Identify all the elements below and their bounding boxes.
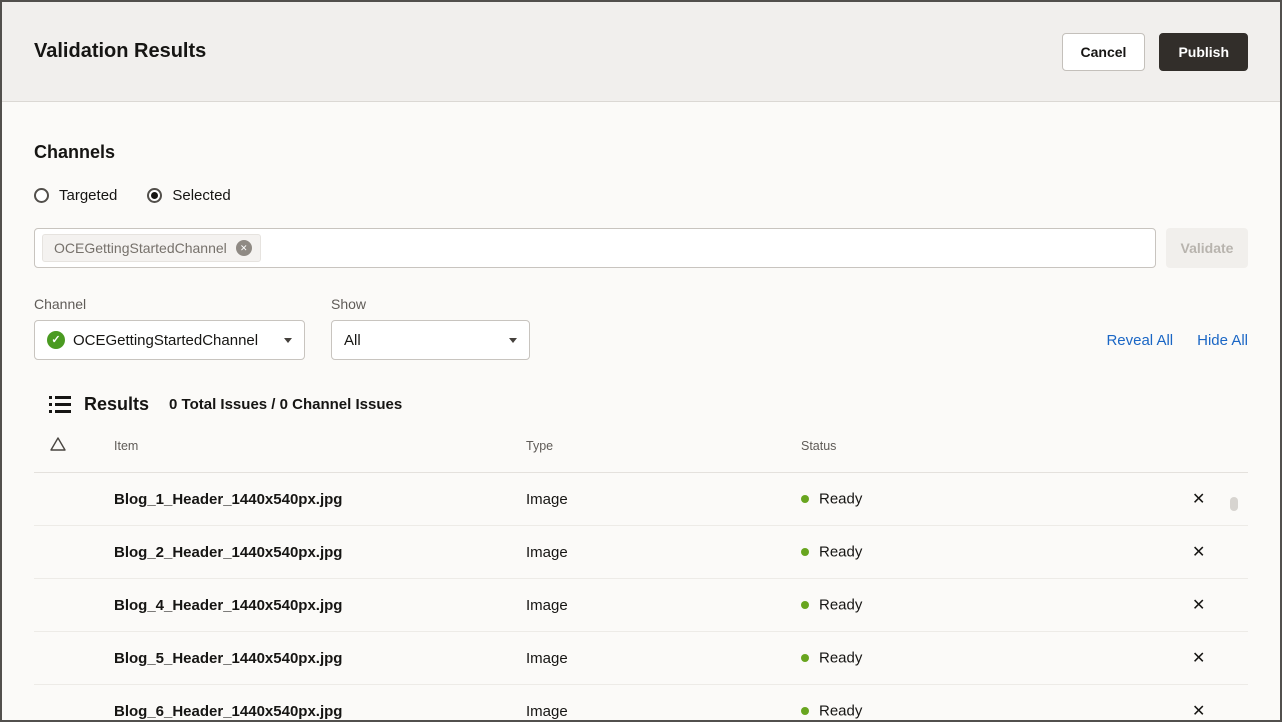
table-row: Blog_1_Header_1440x540px.jpg Image Ready… [34,473,1248,526]
status-dot-icon [801,654,809,662]
row-warning-cell [34,685,114,722]
show-select[interactable]: All [331,320,530,360]
channels-input[interactable]: OCEGettingStartedChannel ✕ [34,228,1156,268]
channels-heading: Channels [34,142,1248,163]
item-name-link[interactable]: Blog_6_Header_1440x540px.jpg [114,703,342,720]
channel-chip-label: OCEGettingStartedChannel [54,240,227,256]
table-row: Blog_4_Header_1440x540px.jpg Image Ready… [34,579,1248,632]
warning-triangle-icon [50,437,66,451]
row-warning-cell [34,579,114,632]
publish-button[interactable]: Publish [1159,33,1248,71]
header-actions: Cancel Publish [1062,33,1248,71]
item-status: Ready [801,526,1192,579]
results-table-head: Item Type Status [34,429,1248,473]
item-name-link[interactable]: Blog_2_Header_1440x540px.jpg [114,544,342,561]
hide-all-link[interactable]: Hide All [1197,332,1248,349]
channel-select[interactable]: ✓ OCEGettingStartedChannel [34,320,305,360]
remove-row-button[interactable]: ✕ [1192,648,1205,668]
results-rows: Blog_1_Header_1440x540px.jpg Image Ready… [34,473,1248,722]
status-dot-icon [801,548,809,556]
item-status: Ready [801,685,1192,722]
results-header: Results 0 Total Issues / 0 Channel Issue… [34,394,1248,415]
item-name-link[interactable]: Blog_1_Header_1440x540px.jpg [114,491,342,508]
status-label: Ready [819,544,862,561]
table-row: Blog_2_Header_1440x540px.jpg Image Ready… [34,526,1248,579]
item-name-link[interactable]: Blog_5_Header_1440x540px.jpg [114,650,342,667]
channel-mode-radio-group: Targeted Selected [34,187,1248,204]
validation-results-dialog: Validation Results Cancel Publish Channe… [0,0,1282,722]
channel-input-row: OCEGettingStartedChannel ✕ Validate [34,228,1248,268]
status-dot-icon [801,707,809,715]
remove-row-button[interactable]: ✕ [1192,701,1205,721]
item-type: Image [526,685,801,722]
dialog-header: Validation Results Cancel Publish [2,2,1280,102]
status-label: Ready [819,703,862,720]
chevron-down-icon [509,338,517,343]
chevron-down-icon [284,338,292,343]
results-summary: 0 Total Issues / 0 Channel Issues [169,396,402,413]
status-label: Ready [819,650,862,667]
remove-row-button[interactable]: ✕ [1192,595,1205,615]
channel-filter-label: Channel [34,296,305,312]
radio-selected-icon [147,188,162,203]
channel-select-value: OCEGettingStartedChannel [73,332,276,349]
cancel-button[interactable]: Cancel [1062,33,1146,71]
show-select-value: All [344,332,501,349]
status-label: Ready [819,491,862,508]
status-column-header: Status [801,429,1192,473]
status-dot-icon [801,601,809,609]
table-row: Blog_6_Header_1440x540px.jpg Image Ready… [34,685,1248,722]
list-icon [49,396,71,413]
item-type: Image [526,526,801,579]
item-column-header: Item [114,429,526,473]
radio-targeted-label: Targeted [59,187,117,204]
channel-chip: OCEGettingStartedChannel ✕ [42,234,261,262]
type-column-header: Type [526,429,801,473]
item-name-link[interactable]: Blog_4_Header_1440x540px.jpg [114,597,342,614]
results-table: Item Type Status Blog_1_Header_1440x540p… [34,429,1248,722]
scrollbar-thumb[interactable] [1230,497,1238,511]
item-status: Ready [801,579,1192,632]
item-type: Image [526,579,801,632]
check-circle-icon: ✓ [47,331,65,349]
chip-remove-icon[interactable]: ✕ [236,240,252,256]
radio-unselected-icon [34,188,49,203]
channel-filter: Channel ✓ OCEGettingStartedChannel [34,296,305,360]
filters-row: Channel ✓ OCEGettingStartedChannel Show … [34,296,1248,360]
actions-column-header [1192,429,1248,473]
show-filter: Show All [331,296,530,360]
row-warning-cell [34,632,114,685]
reveal-all-link[interactable]: Reveal All [1106,332,1173,349]
row-warning-cell [34,473,114,526]
page-title: Validation Results [34,40,206,63]
item-type: Image [526,632,801,685]
remove-row-button[interactable]: ✕ [1192,542,1205,562]
item-status: Ready [801,632,1192,685]
item-type: Image [526,473,801,526]
radio-selected-label: Selected [172,187,230,204]
radio-targeted[interactable]: Targeted [34,187,117,204]
results-heading: Results [84,394,149,415]
item-status: Ready [801,473,1192,526]
radio-selected[interactable]: Selected [147,187,230,204]
warning-column-header [34,429,114,473]
table-row: Blog_5_Header_1440x540px.jpg Image Ready… [34,632,1248,685]
status-label: Ready [819,597,862,614]
reveal-hide-links: Reveal All Hide All [1106,320,1248,360]
status-dot-icon [801,495,809,503]
validate-button[interactable]: Validate [1166,228,1248,268]
dialog-body: Channels Targeted Selected OCEGettingSta… [2,102,1280,722]
row-warning-cell [34,526,114,579]
show-filter-label: Show [331,296,530,312]
remove-row-button[interactable]: ✕ [1192,489,1205,509]
